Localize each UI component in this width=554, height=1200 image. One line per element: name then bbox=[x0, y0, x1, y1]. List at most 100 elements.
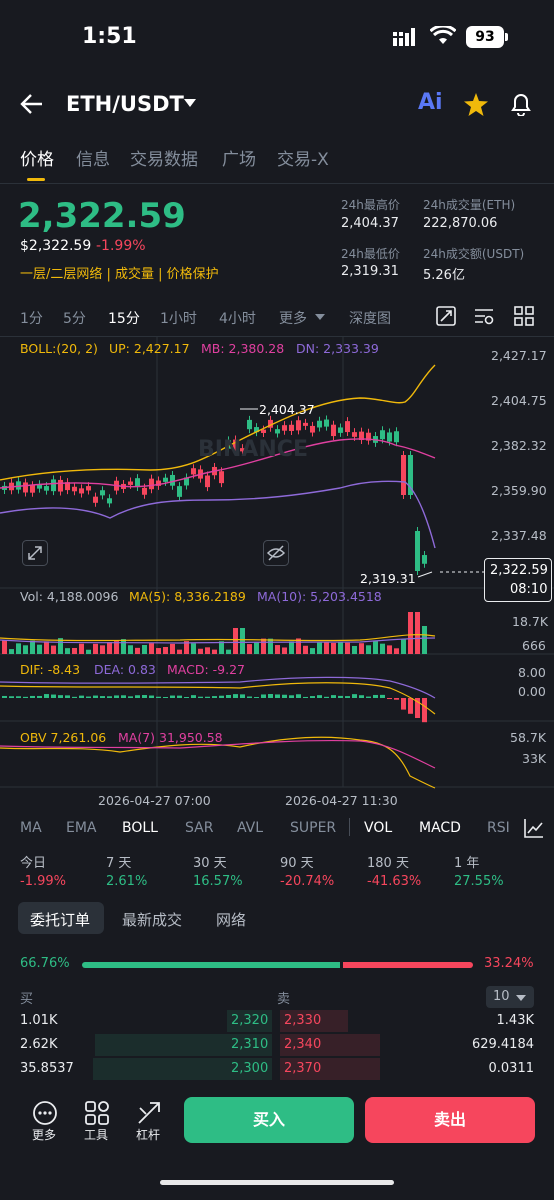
chevron-down-icon[interactable] bbox=[184, 99, 196, 107]
candle-body bbox=[149, 478, 154, 490]
chart-settings-icon[interactable] bbox=[474, 306, 494, 326]
chart-tools-icon[interactable] bbox=[436, 306, 456, 326]
price-tick-5: 2,337.48 bbox=[491, 528, 547, 543]
tab-order-book[interactable]: 委托订单 bbox=[30, 909, 90, 930]
candle-body bbox=[135, 478, 140, 488]
macd-histogram-bar bbox=[191, 695, 196, 698]
time-label-2: 2026-04-27 11:30 bbox=[285, 793, 398, 808]
indicator-sar[interactable]: SAR bbox=[185, 820, 213, 836]
buy-button[interactable]: 买入 bbox=[184, 1097, 354, 1143]
macd-histogram-bar bbox=[387, 698, 392, 700]
perf-value: -1.99% bbox=[20, 874, 66, 889]
orderbook-ask-qty[interactable]: 629.4184 bbox=[472, 1037, 534, 1052]
candle-body bbox=[44, 486, 49, 491]
vol-ma5: MA(5): 8,336.2189 bbox=[129, 589, 246, 604]
macd-histogram-bar bbox=[149, 695, 154, 698]
macd-tick-2: 0.00 bbox=[518, 684, 546, 699]
interval-more[interactable]: 更多 bbox=[279, 308, 307, 328]
countdown-label: 08:10 bbox=[510, 582, 548, 597]
tab-trading-data[interactable]: 交易数据 bbox=[130, 145, 198, 170]
tab-trade-x[interactable]: 交易-X bbox=[277, 145, 329, 170]
leverage-icon[interactable] bbox=[136, 1100, 162, 1126]
orderbook-bid-price[interactable]: 2,320 bbox=[231, 1013, 268, 1028]
orderbook-bid-qty[interactable]: 35.8537 bbox=[20, 1061, 74, 1076]
indicator-boll[interactable]: BOLL bbox=[122, 820, 158, 836]
macd-histogram-bar bbox=[352, 694, 357, 698]
leverage-label[interactable]: 杠杆 bbox=[136, 1126, 160, 1143]
volume-bar bbox=[268, 638, 273, 654]
macd-histogram-bar bbox=[163, 696, 168, 698]
vol-tick-1: 18.7K bbox=[512, 614, 549, 629]
orderbook-ask-price[interactable]: 2,340 bbox=[284, 1037, 321, 1052]
tools-icon[interactable] bbox=[84, 1100, 110, 1126]
perf-label: 30 天 bbox=[193, 856, 227, 871]
hide-indicators-icon[interactable] bbox=[263, 540, 289, 566]
indicator-super[interactable]: SUPER bbox=[290, 820, 336, 836]
orderbook-bid-qty[interactable]: 1.01K bbox=[20, 1013, 57, 1028]
favorite-star-icon[interactable] bbox=[464, 93, 488, 116]
indicator-avl[interactable]: AVL bbox=[237, 820, 263, 836]
tab-recent-trades[interactable]: 最新成交 bbox=[122, 909, 182, 930]
price-tick-4: 2,359.90 bbox=[491, 483, 547, 498]
candle-body bbox=[93, 496, 98, 503]
candle-body bbox=[86, 486, 91, 491]
candle-body bbox=[338, 427, 343, 433]
candle-body bbox=[247, 419, 252, 430]
sell-column-label: 卖 bbox=[277, 992, 291, 1007]
vol-usdt-label: 24h成交额(USDT) bbox=[423, 247, 525, 261]
interval-4h[interactable]: 4小时 bbox=[219, 308, 256, 328]
vol-value: Vol: 4,188.0096 bbox=[20, 589, 119, 604]
volume-bar bbox=[205, 647, 210, 654]
tab-info[interactable]: 信息 bbox=[76, 145, 110, 170]
orderbook-ask-price[interactable]: 2,370 bbox=[284, 1061, 321, 1076]
orderbook-ask-qty[interactable]: 0.0311 bbox=[489, 1061, 535, 1076]
tab-network[interactable]: 网络 bbox=[216, 909, 246, 930]
indicator-settings-icon[interactable] bbox=[524, 818, 544, 838]
candle-body bbox=[170, 474, 175, 486]
tab-price[interactable]: 价格 bbox=[20, 145, 54, 170]
sell-button[interactable]: 卖出 bbox=[365, 1097, 535, 1143]
macd-dif: DIF: -8.43 bbox=[20, 662, 81, 677]
indicator-ma[interactable]: MA bbox=[20, 820, 42, 836]
macd-histogram-bar bbox=[44, 694, 49, 698]
volume-bar bbox=[324, 641, 329, 654]
perf-label: 1 年 bbox=[454, 856, 480, 871]
candle-body bbox=[296, 420, 301, 431]
depth-chart-tab[interactable]: 深度图 bbox=[349, 308, 391, 328]
macd-histogram-bar bbox=[345, 696, 350, 698]
interval-15m[interactable]: 15分 bbox=[108, 308, 140, 328]
indicator-ema[interactable]: EMA bbox=[66, 820, 97, 836]
last-price: 2,322.59 bbox=[18, 196, 186, 236]
macd-histogram-bar bbox=[331, 695, 336, 698]
fullscreen-icon[interactable] bbox=[22, 540, 48, 566]
macd-histogram-bar bbox=[282, 694, 287, 698]
macd-histogram-bar bbox=[296, 694, 301, 698]
boll-upper-line bbox=[0, 364, 436, 481]
orderbook-bid-price[interactable]: 2,300 bbox=[231, 1061, 268, 1076]
back-arrow-icon[interactable] bbox=[20, 93, 44, 115]
ai-assistant-button[interactable]: Ai bbox=[418, 90, 443, 115]
interval-1m[interactable]: 1分 bbox=[20, 308, 43, 328]
notification-bell-icon[interactable] bbox=[510, 92, 532, 116]
orderbook-bid-qty[interactable]: 2.62K bbox=[20, 1037, 57, 1052]
indicator-vol[interactable]: VOL bbox=[364, 820, 392, 836]
indicator-rsi[interactable]: RSI bbox=[487, 820, 510, 836]
tab-square[interactable]: 广场 bbox=[222, 145, 256, 170]
orderbook-ask-qty[interactable]: 1.43K bbox=[497, 1013, 534, 1028]
network-tags[interactable]: 一层/二层网络 | 成交量 | 价格保护 bbox=[20, 263, 219, 282]
grid-layout-icon[interactable] bbox=[514, 306, 534, 326]
tools-label[interactable]: 工具 bbox=[84, 1126, 108, 1143]
indicator-macd[interactable]: MACD bbox=[419, 820, 461, 836]
orderbook-bid-price[interactable]: 2,310 bbox=[231, 1037, 268, 1052]
macd-histogram-bar bbox=[317, 695, 322, 698]
orderbook-ask-price[interactable]: 2,330 bbox=[284, 1013, 321, 1028]
depth-value[interactable]: 10 bbox=[493, 989, 510, 1004]
more-label[interactable]: 更多 bbox=[32, 1126, 56, 1143]
interval-1h[interactable]: 1小时 bbox=[160, 308, 197, 328]
pair-selector[interactable]: ETH/USDT bbox=[66, 92, 184, 116]
obv-tick-1: 58.7K bbox=[510, 730, 547, 745]
macd-layer bbox=[2, 694, 427, 723]
home-indicator bbox=[160, 1180, 394, 1185]
more-icon[interactable] bbox=[32, 1100, 58, 1126]
interval-5m[interactable]: 5分 bbox=[63, 308, 86, 328]
